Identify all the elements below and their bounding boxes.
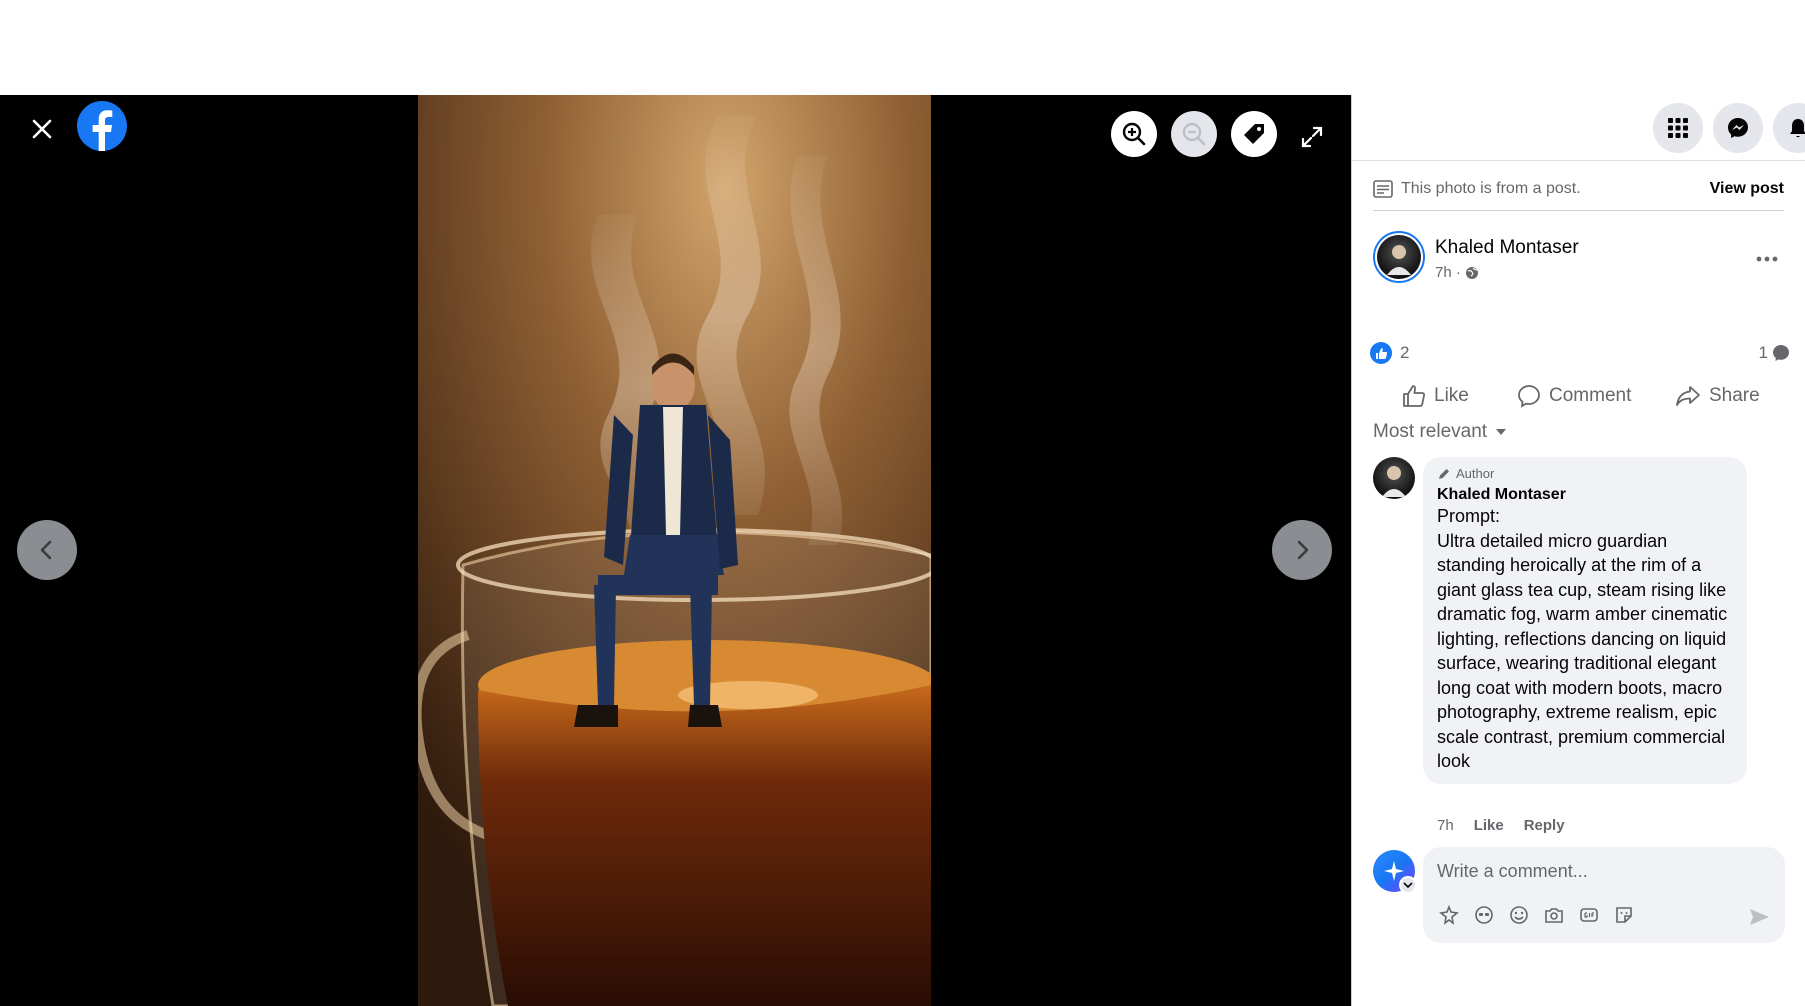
close-icon (32, 119, 52, 139)
send-icon (1750, 909, 1769, 925)
like-label: Like (1434, 385, 1469, 406)
browser-top-area (0, 0, 1805, 95)
comment-count[interactable]: 1 (1759, 343, 1790, 363)
comment-input[interactable] (1437, 857, 1757, 885)
tag-photo-button[interactable] (1231, 111, 1277, 157)
top-icon-bar (1352, 95, 1805, 161)
post-meta: 7h · (1435, 264, 1479, 281)
account-switch-badge[interactable] (1399, 876, 1417, 894)
person-silhouette-icon (1382, 466, 1406, 497)
share-icon (1676, 386, 1700, 406)
post-time[interactable]: 7h · (1435, 264, 1461, 281)
sticker-button[interactable] (1612, 903, 1636, 927)
facebook-f-icon (92, 110, 113, 151)
author-avatar[interactable] (1373, 231, 1425, 283)
pencil-icon (1439, 468, 1449, 479)
next-photo-button[interactable] (1272, 520, 1332, 580)
more-options-button[interactable] (1749, 247, 1785, 271)
notifications-button[interactable] (1773, 103, 1805, 153)
caret-down-icon (1496, 429, 1507, 435)
like-button[interactable]: Like (1402, 384, 1469, 408)
reaction-count[interactable]: 2 (1400, 343, 1409, 363)
previous-photo-button[interactable] (17, 520, 77, 580)
author-badge-label: Author (1456, 466, 1495, 481)
menu-grid-icon (1668, 118, 1688, 138)
fullscreen-button[interactable] (1292, 117, 1332, 157)
write-comment-area (1373, 847, 1793, 945)
menu-button[interactable] (1653, 103, 1703, 153)
post-icon (1373, 179, 1393, 198)
comment-bubble: Author Khaled Montaser Prompt: Ultra det… (1423, 457, 1747, 784)
sort-dropdown[interactable]: Most relevant (1373, 421, 1507, 443)
close-button[interactable] (24, 111, 60, 147)
more-dots-icon (1756, 256, 1778, 262)
photo-button[interactable] (1542, 903, 1566, 927)
from-post-text: This photo is from a post. (1401, 179, 1581, 197)
comment-like-link[interactable]: Like (1474, 817, 1504, 834)
thumbs-up-icon (1375, 347, 1387, 359)
comment-button[interactable]: Comment (1517, 384, 1631, 408)
view-post-link[interactable]: View post (1710, 180, 1784, 198)
post-sidebar: This photo is from a post. View post Kha… (1351, 95, 1805, 1006)
avatar-face-icon (1475, 906, 1493, 924)
messenger-button[interactable] (1713, 103, 1763, 153)
messenger-icon (1728, 118, 1748, 138)
post-header: Khaled Montaser 7h · (1373, 231, 1793, 291)
post-actions: Like Comment Share (1352, 375, 1805, 417)
avatar-sticker-button[interactable] (1437, 903, 1461, 927)
sort-label: Most relevant (1373, 421, 1488, 442)
photo[interactable] (418, 95, 931, 1006)
globe-icon (1465, 266, 1478, 279)
zoom-out-button[interactable] (1171, 111, 1217, 157)
gif-icon (1580, 908, 1598, 922)
tag-icon (1244, 124, 1264, 144)
photo-viewer (0, 95, 1351, 1006)
share-button[interactable]: Share (1675, 384, 1760, 408)
commenter-avatar[interactable] (1373, 457, 1415, 499)
comment-label: Comment (1549, 385, 1632, 406)
author-name[interactable]: Khaled Montaser (1435, 237, 1579, 259)
comment-icon (1518, 385, 1540, 408)
comment-time[interactable]: 7h (1437, 817, 1454, 834)
comment-meta: 7h Like Reply (1437, 817, 1565, 834)
person-silhouette-icon (1387, 245, 1411, 275)
avatar-sticker-icon (1439, 905, 1459, 925)
comment-count-value: 1 (1758, 343, 1768, 362)
current-user-avatar[interactable] (1373, 850, 1417, 894)
comment-composer (1423, 847, 1785, 943)
send-comment-button[interactable] (1747, 905, 1771, 929)
fullscreen-icon (1301, 126, 1323, 148)
reactions-summary: 2 1 (1370, 338, 1790, 368)
facebook-logo[interactable] (77, 101, 127, 151)
author-badge: Author (1437, 466, 1733, 481)
thumbs-up-outline-icon (1403, 385, 1425, 407)
chevron-right-icon (1297, 540, 1309, 560)
emoji-icon (1510, 906, 1528, 924)
share-label: Share (1709, 385, 1760, 406)
zoom-in-icon (1122, 122, 1146, 146)
zoom-out-icon (1182, 122, 1206, 146)
gif-button[interactable] (1577, 903, 1601, 927)
comment-text: Prompt: Ultra detailed micro guardian st… (1437, 506, 1728, 771)
from-post-notice: This photo is from a post. View post (1373, 167, 1784, 211)
chevron-down-icon (1403, 882, 1413, 888)
photo-illustration (418, 95, 931, 1006)
composer-tools (1437, 903, 1636, 927)
bell-icon (1790, 119, 1805, 138)
chevron-left-icon (40, 540, 52, 560)
like-reaction-icon[interactable] (1370, 342, 1392, 364)
avatar-button[interactable] (1472, 903, 1496, 927)
comment-reply-link[interactable]: Reply (1524, 817, 1565, 834)
sticker-icon (1616, 907, 1632, 923)
commenter-name[interactable]: Khaled Montaser (1437, 486, 1733, 504)
zoom-in-button[interactable] (1111, 111, 1157, 157)
comment-bubble-icon (1773, 345, 1789, 361)
emoji-button[interactable] (1507, 903, 1531, 927)
camera-icon (1545, 908, 1563, 923)
